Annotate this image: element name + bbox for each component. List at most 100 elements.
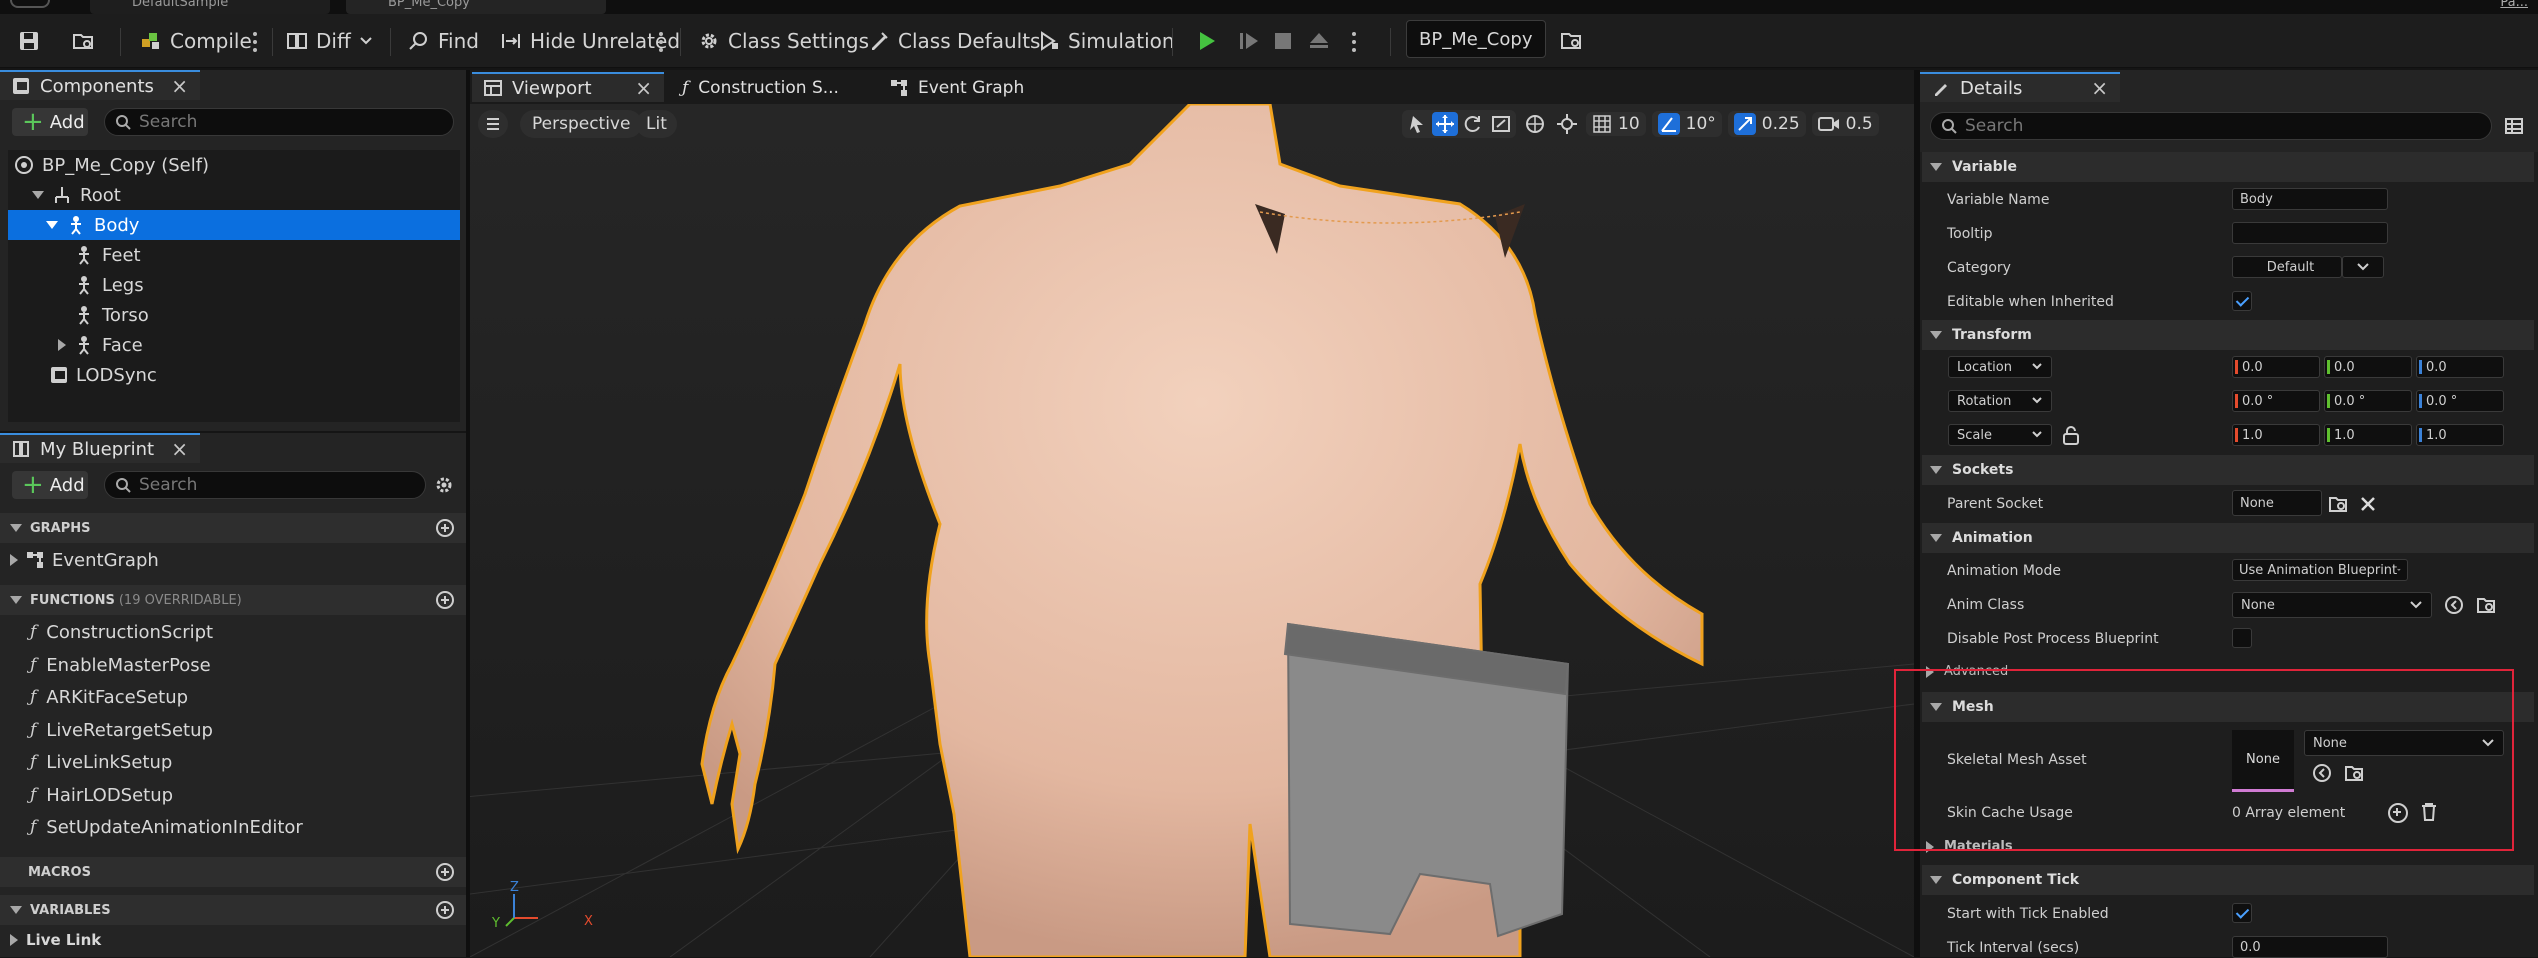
browse-button[interactable] — [72, 22, 94, 60]
left-splitter[interactable] — [466, 70, 470, 957]
tree-item-legs[interactable]: Legs — [74, 270, 144, 300]
stop-button[interactable] — [1272, 22, 1294, 60]
surface-snap-icon[interactable] — [1554, 112, 1580, 136]
close-icon[interactable]: × — [2091, 76, 2108, 100]
components-tab[interactable]: Components × — [0, 70, 200, 100]
world-local-icon[interactable] — [1522, 112, 1548, 136]
close-icon[interactable]: × — [171, 74, 188, 98]
location-y-input[interactable]: 0.0 — [2324, 356, 2412, 378]
lit-button[interactable]: Lit — [636, 110, 677, 138]
eject-button[interactable] — [1308, 22, 1330, 60]
anim-class-dropdown[interactable]: None — [2232, 592, 2432, 618]
folder-search-icon[interactable] — [2476, 595, 2496, 615]
blueprint-search-input[interactable]: Search — [104, 471, 426, 499]
expand-arrow-icon[interactable] — [10, 934, 18, 946]
property-matrix-icon[interactable] — [2504, 116, 2524, 136]
add-variable-icon[interactable] — [436, 901, 454, 919]
scale-snap-toggle[interactable]: 0.25 — [1727, 111, 1806, 137]
animation-section-header[interactable]: Animation — [1922, 523, 2534, 553]
camera-speed-button[interactable]: 0.5 — [1811, 112, 1879, 136]
viewport[interactable]: X Y Z Perspective Lit 10 10° 0.25 0.5 — [470, 104, 1914, 957]
tooltip-input[interactable] — [2232, 222, 2388, 244]
start-tick-checkbox[interactable] — [2232, 903, 2252, 923]
debug-browse-button[interactable] — [1560, 22, 1582, 60]
variable-name-input[interactable]: Body — [2232, 188, 2388, 210]
category-dropdown[interactable] — [2342, 256, 2384, 278]
variables-section-header[interactable]: VARIABLES — [0, 895, 466, 925]
play-options-icon[interactable] — [1352, 32, 1356, 52]
expand-arrow-icon[interactable] — [10, 554, 18, 566]
tick-interval-input[interactable]: 0.0 — [2232, 936, 2388, 958]
perspective-button[interactable]: Perspective — [520, 110, 643, 138]
compile-button[interactable]: Compile — [140, 22, 252, 60]
event-graph-item[interactable]: EventGraph — [10, 545, 159, 575]
location-mode-dropdown[interactable]: Location — [1948, 356, 2052, 378]
class-settings-button[interactable]: Class Settings — [698, 22, 869, 60]
tree-item-torso[interactable]: Torso — [74, 300, 149, 330]
details-tab[interactable]: Details × — [1920, 72, 2120, 102]
scale-z-input[interactable]: 1.0 — [2416, 424, 2504, 446]
play-button[interactable] — [1196, 22, 1218, 60]
add-graph-icon[interactable] — [436, 519, 454, 537]
simulation-button[interactable]: Simulation — [1038, 22, 1175, 60]
location-x-input[interactable]: 0.0 — [2232, 356, 2320, 378]
settings-gear-icon[interactable] — [434, 475, 454, 495]
scale-mode-dropdown[interactable]: Scale — [1948, 424, 2052, 446]
expand-arrow-icon[interactable] — [58, 339, 66, 351]
diff-button[interactable]: Diff — [286, 22, 373, 60]
expand-arrow-icon[interactable] — [32, 191, 44, 199]
add-function-icon[interactable] — [436, 591, 454, 609]
rotation-z-input[interactable]: 0.0 ° — [2416, 390, 2504, 412]
location-z-input[interactable]: 0.0 — [2416, 356, 2504, 378]
transform-section-header[interactable]: Transform — [1922, 320, 2534, 350]
category-value[interactable]: Default — [2232, 256, 2342, 278]
construction-script-tab[interactable]: ƒ Construction S... — [670, 72, 870, 102]
rotation-x-input[interactable]: 0.0 ° — [2232, 390, 2320, 412]
tree-item-lodsync[interactable]: LODSync — [50, 360, 157, 390]
find-button[interactable]: Find — [408, 22, 479, 60]
viewport-tab[interactable]: Viewport × — [472, 72, 664, 102]
function-item[interactable]: ƒ ARKitFaceSetup — [30, 682, 188, 712]
expand-arrow-icon[interactable] — [46, 221, 58, 229]
editable-inherited-checkbox[interactable] — [2232, 291, 2252, 311]
function-item[interactable]: ƒ LiveLinkSetup — [30, 747, 172, 777]
window-right-text[interactable]: Pa... — [2500, 0, 2528, 9]
animation-mode-dropdown[interactable]: Use Animation Blueprint — [2232, 559, 2408, 581]
scale-x-input[interactable]: 1.0 — [2232, 424, 2320, 446]
compile-options-icon[interactable] — [253, 32, 257, 52]
function-item[interactable]: ƒ HairLODSetup — [30, 780, 173, 810]
tree-item-face[interactable]: Face — [58, 330, 143, 360]
add-member-button[interactable]: + Add — [12, 471, 88, 499]
add-macro-icon[interactable] — [436, 863, 454, 881]
close-icon[interactable]: × — [171, 437, 188, 461]
debug-object-dropdown[interactable]: BP_Me_Copy — [1406, 20, 1546, 58]
lock-icon[interactable] — [2062, 425, 2080, 445]
clear-x-icon[interactable] — [2360, 496, 2376, 512]
graphs-section-header[interactable]: GRAPHS — [0, 513, 466, 543]
rotation-y-input[interactable]: 0.0 ° — [2324, 390, 2412, 412]
event-graph-tab[interactable]: Event Graph — [878, 72, 1078, 102]
folder-search-icon[interactable] — [2328, 494, 2348, 514]
close-icon[interactable]: × — [635, 76, 652, 100]
function-item[interactable]: ƒ SetUpdateAnimationInEditor — [30, 812, 303, 842]
doc-tab-default[interactable]: DefaultSample — [90, 0, 330, 14]
tree-item-body-content[interactable]: Body — [46, 210, 139, 240]
details-search-input[interactable]: Search — [1930, 112, 2492, 140]
add-component-button[interactable]: + Add — [12, 108, 88, 136]
live-link-category[interactable]: Live Link — [10, 925, 101, 955]
my-blueprint-tab[interactable]: My Blueprint × — [0, 433, 200, 463]
rotation-mode-dropdown[interactable]: Rotation — [1948, 390, 2052, 412]
tree-item-root[interactable]: Root — [32, 180, 121, 210]
tree-item-self[interactable]: BP_Me_Copy (Self) — [14, 150, 209, 180]
parent-socket-value[interactable]: None — [2232, 490, 2322, 516]
use-selected-icon[interactable] — [2444, 595, 2464, 615]
variable-section-header[interactable]: Variable — [1922, 152, 2534, 182]
sockets-section-header[interactable]: Sockets — [1922, 455, 2534, 485]
save-button[interactable] — [18, 22, 40, 60]
macros-section-header[interactable]: MACROS — [0, 857, 466, 887]
select-mode-icon[interactable] — [1404, 112, 1430, 136]
disable-pp-checkbox[interactable] — [2232, 628, 2252, 648]
component-tick-section-header[interactable]: Component Tick — [1922, 865, 2534, 895]
rotate-mode-icon[interactable] — [1460, 112, 1486, 136]
translate-mode-icon[interactable] — [1432, 112, 1458, 136]
